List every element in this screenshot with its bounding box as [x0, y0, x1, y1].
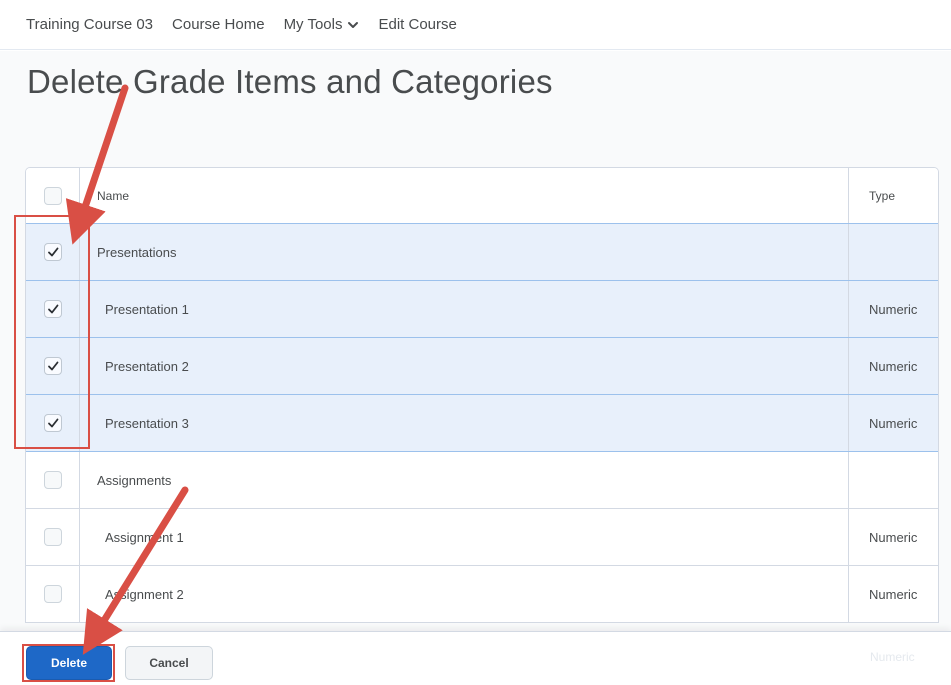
- nav-course-name[interactable]: Training Course 03: [26, 16, 153, 33]
- table-row: Presentation 2 Numeric: [26, 337, 938, 394]
- select-all-checkbox[interactable]: [43, 186, 62, 205]
- row-name: Presentation 1: [105, 301, 189, 317]
- table-row: Assignments: [26, 451, 938, 508]
- delete-button[interactable]: Delete: [26, 646, 112, 680]
- row-name: Presentation 3: [105, 415, 189, 431]
- row-checkbox-cell: [26, 566, 80, 622]
- row-checkbox-cell: [26, 452, 80, 508]
- row-type: Numeric: [848, 281, 938, 337]
- row-checkbox-cell: [26, 338, 80, 394]
- row-name: Presentations: [97, 244, 177, 260]
- row-checkbox-checked[interactable]: [43, 357, 62, 375]
- row-type: [848, 224, 938, 280]
- table-row: Assignment 1 Numeric: [26, 508, 938, 565]
- table-row: Assignment 2 Numeric: [26, 565, 938, 622]
- row-name: Assignment 1: [105, 529, 184, 545]
- row-checkbox[interactable]: [43, 528, 62, 546]
- row-type: [848, 452, 938, 508]
- row-type: Numeric: [848, 395, 938, 451]
- nav-my-tools-label: My Tools: [283, 16, 343, 33]
- row-checkbox-checked[interactable]: [43, 243, 62, 261]
- row-type: Numeric: [848, 338, 938, 394]
- row-name: Assignments: [97, 472, 172, 488]
- row-checkbox-cell: [26, 395, 80, 451]
- row-type: Numeric: [848, 509, 938, 565]
- grade-items-table: Name Type Presentations Presentation 1 Num…: [25, 167, 939, 623]
- row-checkbox-checked[interactable]: [43, 300, 62, 318]
- top-navigation: Training Course 03 Course Home My Tools …: [0, 0, 951, 50]
- page-title: Delete Grade Items and Categories: [27, 63, 553, 100]
- row-checkbox-checked[interactable]: [43, 414, 62, 432]
- nav-edit-course[interactable]: Edit Course: [378, 16, 456, 33]
- row-checkbox-cell: [26, 281, 80, 337]
- action-footer: Delete Cancel Numeric: [0, 631, 951, 685]
- row-checkbox[interactable]: [43, 471, 62, 489]
- row-checkbox[interactable]: [43, 585, 62, 603]
- hidden-row-type: Numeric: [870, 650, 915, 664]
- table-header-row: Name Type: [26, 168, 938, 223]
- table-row: Presentation 1 Numeric: [26, 280, 938, 337]
- row-name: Presentation 2: [105, 358, 189, 374]
- table-row: Presentation 3 Numeric: [26, 394, 938, 451]
- select-all-cell: [26, 168, 80, 223]
- cancel-button[interactable]: Cancel: [125, 646, 213, 680]
- row-type: Numeric: [848, 566, 938, 622]
- page-content: Delete Grade Items and Categories Name T…: [0, 51, 951, 631]
- row-name: Assignment 2: [105, 586, 184, 602]
- nav-my-tools[interactable]: My Tools: [284, 16, 360, 33]
- column-header-name[interactable]: Name: [80, 168, 848, 223]
- column-header-type: Type: [848, 168, 938, 223]
- row-checkbox-cell: [26, 224, 80, 280]
- nav-course-home[interactable]: Course Home: [172, 16, 265, 33]
- table-row: Presentations: [26, 223, 938, 280]
- row-checkbox-cell: [26, 509, 80, 565]
- chevron-down-icon: [348, 21, 359, 28]
